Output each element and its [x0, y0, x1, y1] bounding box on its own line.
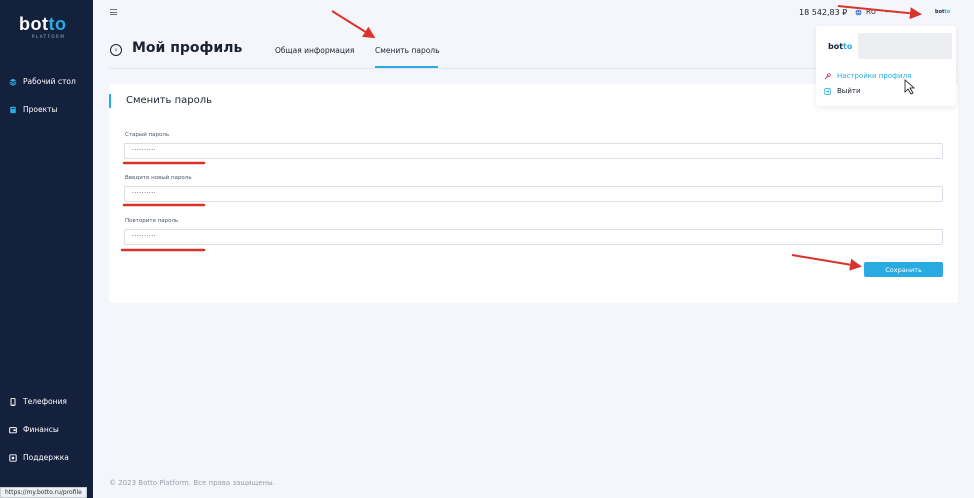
tab-change-password[interactable]: Сменить пароль	[375, 46, 440, 55]
language-selector[interactable]: RU	[855, 8, 876, 16]
save-button[interactable]: Сохранить	[864, 262, 943, 277]
botto-logo[interactable]: botto	[19, 14, 66, 35]
accent-bar	[109, 94, 111, 108]
sidebar-item-label: Телефония	[23, 397, 67, 406]
profile-settings-item[interactable]: Настройки профиля	[824, 72, 911, 80]
balance: 18 542,83 ₽	[799, 8, 848, 17]
logout-item[interactable]: Выйти	[824, 87, 861, 95]
repeat-password-input[interactable]: ··········	[124, 229, 943, 245]
language-label: RU	[866, 8, 876, 16]
user-name-placeholder	[858, 33, 952, 59]
old-password-label: Старый пароль	[125, 132, 170, 138]
top-bar: 18 542,83 ₽ RU ▾ botto	[93, 0, 974, 26]
sidebar: botto PLATFORM Рабочий стол Проекты Теле…	[0, 0, 93, 498]
new-password-label: Введите новый пароль	[125, 175, 192, 181]
status-bar-url: https://my.botto.ru/profile	[0, 487, 87, 498]
dropdown-logo: botto	[828, 42, 853, 51]
card-title: Сменить пароль	[126, 95, 213, 106]
user-dropdown: botto Настройки профиля Выйти	[816, 26, 956, 106]
sidebar-item-projects[interactable]: Проекты	[9, 105, 57, 114]
new-password-input[interactable]: ··········	[124, 186, 943, 202]
profile-settings-label: Настройки профиля	[837, 72, 912, 80]
wrench-icon	[824, 72, 831, 79]
tab-general-info[interactable]: Общая информация	[275, 46, 354, 55]
repeat-password-label: Повторите пароль	[125, 218, 179, 224]
sidebar-item-finance[interactable]: Финансы	[9, 425, 59, 434]
sidebar-item-telephony[interactable]: Телефония	[9, 397, 67, 406]
wallet-icon	[9, 426, 17, 433]
sidebar-item-label: Проекты	[23, 105, 58, 114]
logout-icon	[824, 87, 831, 95]
sidebar-item-label: Рабочий стол	[23, 77, 76, 86]
footer-copyright: © 2023 Botto Platform. Все права защищен…	[109, 479, 275, 487]
change-password-card: Сменить пароль Старый пароль ·········· …	[109, 84, 958, 303]
sidebar-item-label: Поддержка	[23, 453, 69, 462]
chevron-down-icon[interactable]: ▾	[885, 8, 888, 15]
logout-label: Выйти	[837, 87, 861, 95]
sidebar-item-support[interactable]: Поддержка	[9, 453, 69, 462]
user-menu-button[interactable]: botto	[935, 9, 950, 15]
phone-icon	[10, 397, 16, 406]
book-icon	[10, 106, 16, 113]
layers-icon	[9, 78, 17, 86]
support-icon	[9, 453, 17, 462]
old-password-input[interactable]: ··········	[124, 143, 943, 159]
menu-icon[interactable]	[110, 9, 117, 15]
arrow-left-circle-icon[interactable]: ‹	[110, 44, 122, 56]
sidebar-item-label: Финансы	[23, 425, 59, 434]
sidebar-item-dashboard[interactable]: Рабочий стол	[9, 77, 76, 86]
globe-icon	[855, 8, 862, 16]
logo-subtitle: PLATFORM	[32, 34, 66, 39]
page-title: Мой профиль	[132, 40, 243, 56]
